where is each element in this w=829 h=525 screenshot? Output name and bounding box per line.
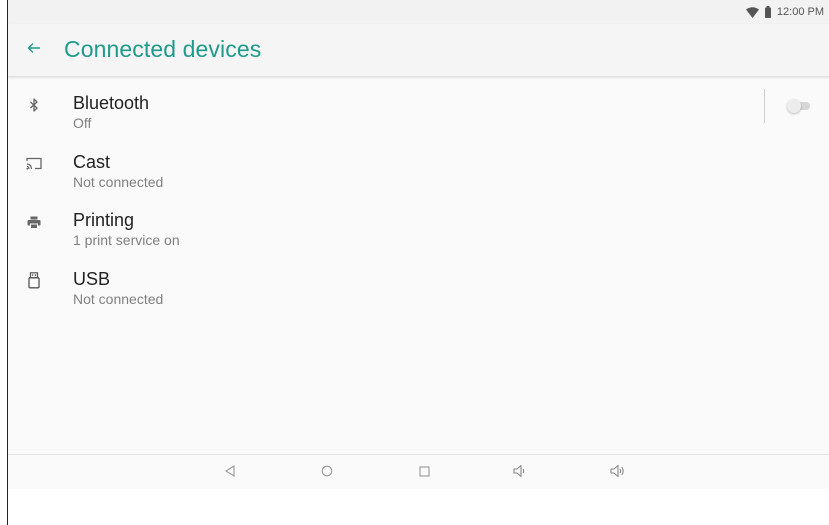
status-bar: 12:00 PM bbox=[8, 0, 829, 24]
arrow-back-icon bbox=[27, 41, 41, 59]
list-item-usb[interactable]: USB Not connected bbox=[8, 253, 829, 312]
item-title: USB bbox=[73, 268, 111, 289]
usb-icon bbox=[24, 271, 44, 291]
wifi-icon bbox=[745, 6, 759, 18]
recents-square-icon bbox=[418, 464, 430, 482]
volume-down-icon bbox=[513, 464, 527, 483]
bottom-blank-area bbox=[8, 489, 829, 525]
nav-back-button[interactable] bbox=[220, 463, 240, 483]
bluetooth-icon bbox=[24, 95, 44, 115]
nav-home-button[interactable] bbox=[317, 463, 337, 483]
navigation-bar bbox=[8, 454, 829, 489]
volume-up-icon bbox=[610, 464, 626, 483]
item-title: Bluetooth bbox=[73, 93, 150, 113]
status-time: 12:00 PM bbox=[776, 6, 824, 18]
list-item-cast[interactable]: Cast Not connected bbox=[8, 136, 829, 195]
device-screen: 12:00 PM Connected devices Bluetooth Off bbox=[7, 0, 829, 525]
volume-down-button[interactable] bbox=[510, 463, 530, 483]
vertical-divider bbox=[764, 89, 765, 123]
back-triangle-icon bbox=[224, 464, 236, 482]
list-item-bluetooth[interactable]: Bluetooth Off bbox=[8, 77, 829, 136]
status-icons: 12:00 PM bbox=[745, 5, 824, 19]
item-summary: Not connected bbox=[73, 173, 164, 190]
item-summary: Off bbox=[73, 115, 92, 131]
battery-icon bbox=[764, 6, 771, 18]
print-icon bbox=[24, 212, 44, 232]
bluetooth-toggle[interactable] bbox=[787, 99, 811, 113]
cast-icon bbox=[24, 154, 44, 174]
back-button[interactable] bbox=[22, 38, 46, 62]
toggle-thumb bbox=[787, 99, 801, 113]
item-title: Printing bbox=[73, 210, 135, 230]
item-summary: Not connected bbox=[73, 290, 164, 307]
item-title: Cast bbox=[73, 151, 111, 172]
volume-up-button[interactable] bbox=[608, 463, 628, 483]
item-summary: 1 print service on bbox=[73, 232, 180, 248]
settings-list: Bluetooth Off Cast Not connected Printin… bbox=[8, 77, 829, 311]
nav-recents-button[interactable] bbox=[414, 463, 434, 483]
list-item-printing[interactable]: Printing 1 print service on bbox=[8, 194, 829, 253]
page-title: Connected devices bbox=[64, 36, 262, 62]
home-circle-icon bbox=[321, 464, 333, 482]
app-bar: Connected devices bbox=[8, 24, 829, 77]
